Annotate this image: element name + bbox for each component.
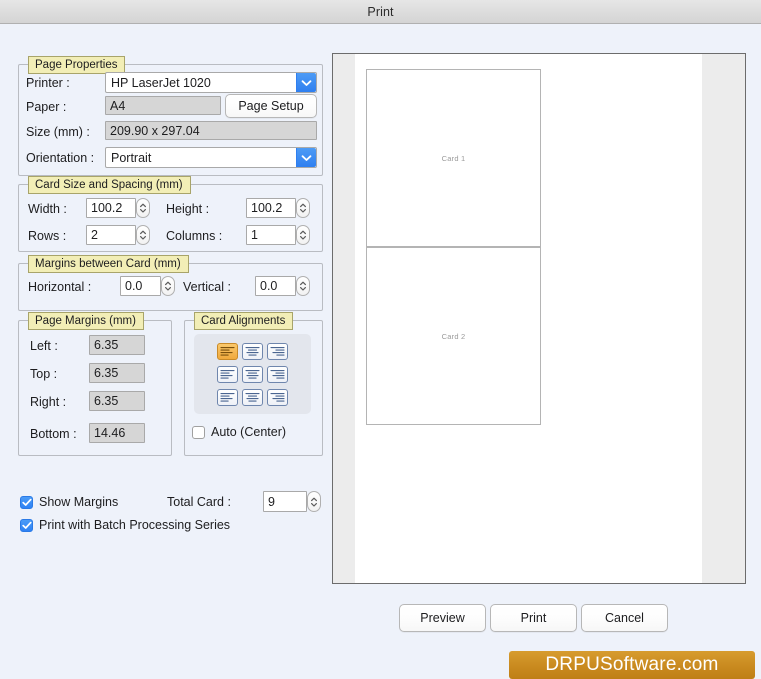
- show-margins-checkbox-row[interactable]: Show Margins: [20, 495, 118, 509]
- align-right-bottom-icon: [270, 392, 285, 403]
- show-margins-label: Show Margins: [39, 495, 119, 509]
- total-card-input[interactable]: 9: [263, 491, 307, 512]
- align-middle-center-button[interactable]: [242, 366, 263, 383]
- orientation-combo-value: Portrait: [111, 150, 152, 165]
- print-button[interactable]: Print: [490, 604, 577, 632]
- width-input[interactable]: 100.2: [86, 198, 136, 218]
- auto-center-checkbox[interactable]: [192, 425, 205, 439]
- right-margin-value: 6.35: [89, 391, 145, 411]
- print-preview-panel[interactable]: Card 1 Card 2: [332, 53, 746, 584]
- height-stepper[interactable]: [296, 198, 310, 218]
- align-right-top-icon: [270, 346, 285, 357]
- align-left-top-icon: [220, 346, 235, 357]
- window-titlebar: Print: [0, 0, 761, 24]
- orientation-combo[interactable]: Portrait: [105, 147, 317, 168]
- width-label: Width :: [28, 202, 67, 216]
- page-setup-button[interactable]: Page Setup: [225, 94, 317, 118]
- orientation-label: Orientation :: [26, 151, 95, 165]
- show-margins-checkbox[interactable]: [20, 495, 33, 509]
- paper-value: A4: [105, 96, 221, 115]
- align-top-right-button[interactable]: [267, 343, 288, 360]
- align-center-bottom-icon: [245, 392, 260, 403]
- batch-processing-label: Print with Batch Processing Series: [39, 518, 231, 532]
- paper-label: Paper :: [26, 100, 67, 114]
- page-margins-legend: Page Margins (mm): [28, 312, 144, 330]
- total-card-label: Total Card :: [167, 495, 231, 509]
- chevron-down-icon[interactable]: [296, 148, 316, 167]
- bottom-margin-label: Bottom :: [30, 427, 77, 441]
- align-top-center-button[interactable]: [242, 343, 263, 360]
- preview-card-label: Card 2: [441, 331, 466, 341]
- printer-combo-value: HP LaserJet 1020: [111, 75, 211, 90]
- align-bottom-right-button[interactable]: [267, 389, 288, 406]
- rows-input[interactable]: 2: [86, 225, 136, 245]
- bottom-margin-value: 14.46: [89, 423, 145, 443]
- height-label: Height :: [166, 202, 210, 216]
- preview-card: Card 2: [366, 247, 541, 425]
- top-margin-label: Top :: [30, 367, 58, 381]
- printer-label: Printer :: [26, 76, 70, 90]
- columns-stepper[interactable]: [296, 225, 310, 245]
- align-center-middle-icon: [245, 369, 260, 380]
- rows-stepper[interactable]: [136, 225, 150, 245]
- vertical-stepper[interactable]: [296, 276, 310, 296]
- horizontal-label: Horizontal :: [28, 280, 92, 294]
- size-label: Size (mm) :: [26, 125, 90, 139]
- window-body: Page Properties Printer : HP LaserJet 10…: [0, 24, 761, 679]
- horizontal-stepper[interactable]: [161, 276, 175, 296]
- columns-label: Columns :: [166, 229, 223, 243]
- printer-combo[interactable]: HP LaserJet 1020: [105, 72, 317, 93]
- align-left-middle-icon: [220, 369, 235, 380]
- chevron-down-icon[interactable]: [296, 73, 316, 92]
- drpu-watermark: DRPUSoftware.com: [509, 651, 755, 679]
- align-bottom-center-button[interactable]: [242, 389, 263, 406]
- auto-center-checkbox-row[interactable]: Auto (Center): [192, 425, 286, 439]
- card-alignments-legend: Card Alignments: [194, 312, 294, 330]
- batch-processing-checkbox[interactable]: [20, 518, 33, 532]
- align-bottom-left-button[interactable]: [217, 389, 238, 406]
- align-right-middle-icon: [270, 369, 285, 380]
- preview-card-label: Card 1: [441, 153, 466, 163]
- preview-button[interactable]: Preview: [399, 604, 486, 632]
- total-card-stepper[interactable]: [307, 491, 321, 512]
- align-center-top-icon: [245, 346, 260, 357]
- rows-label: Rows :: [28, 229, 67, 243]
- cancel-button[interactable]: Cancel: [581, 604, 668, 632]
- align-left-bottom-icon: [220, 392, 235, 403]
- left-margin-value: 6.35: [89, 335, 145, 355]
- vertical-label: Vertical :: [183, 280, 231, 294]
- columns-input[interactable]: 1: [246, 225, 296, 245]
- size-value: 209.90 x 297.04: [105, 121, 317, 140]
- height-input[interactable]: 100.2: [246, 198, 296, 218]
- preview-card: Card 1: [366, 69, 541, 247]
- top-margin-value: 6.35: [89, 363, 145, 383]
- align-top-left-button[interactable]: [217, 343, 238, 360]
- align-middle-left-button[interactable]: [217, 366, 238, 383]
- card-size-legend: Card Size and Spacing (mm): [28, 176, 191, 194]
- batch-processing-checkbox-row[interactable]: Print with Batch Processing Series: [20, 518, 230, 532]
- horizontal-input[interactable]: 0.0: [120, 276, 161, 296]
- left-margin-label: Left :: [30, 339, 58, 353]
- width-stepper[interactable]: [136, 198, 150, 218]
- vertical-input[interactable]: 0.0: [255, 276, 296, 296]
- auto-center-label: Auto (Center): [211, 425, 287, 439]
- margins-between-card-legend: Margins between Card (mm): [28, 255, 189, 273]
- right-margin-label: Right :: [30, 395, 67, 409]
- align-middle-right-button[interactable]: [267, 366, 288, 383]
- window-title: Print: [367, 4, 394, 19]
